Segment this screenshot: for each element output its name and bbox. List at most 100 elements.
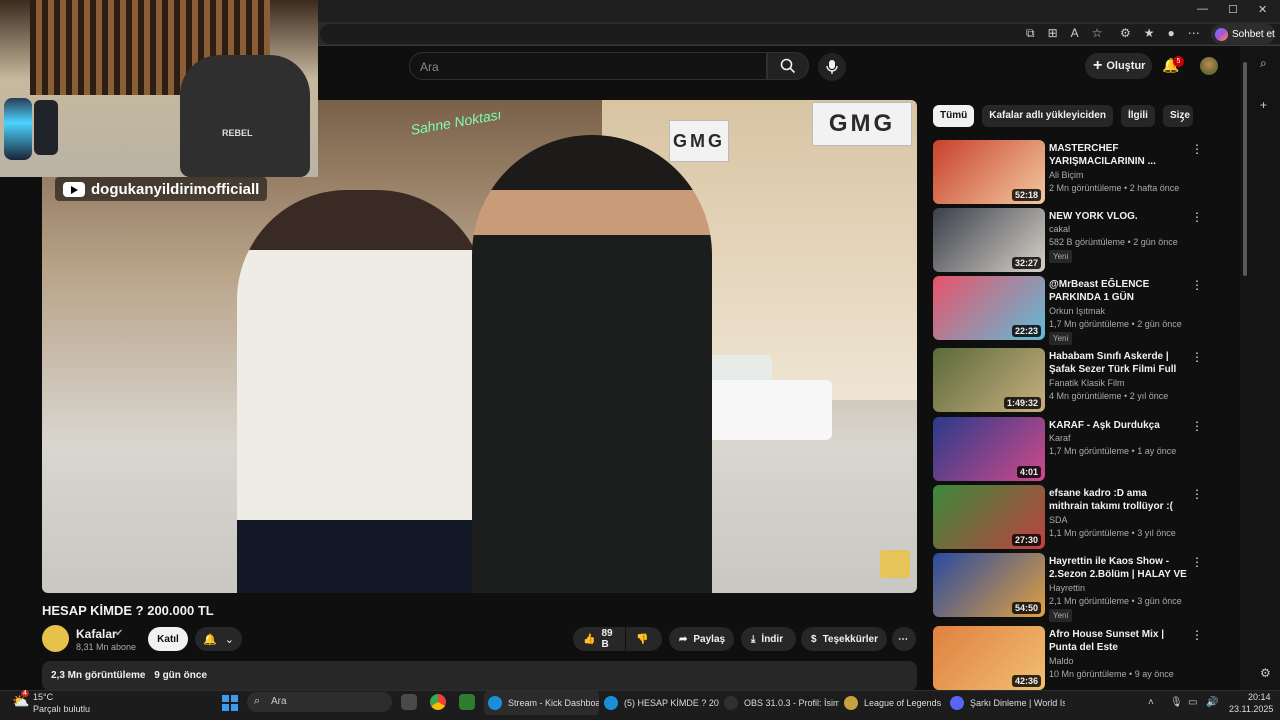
download-button[interactable]: ⤓ İndir	[741, 627, 796, 651]
tray-chevron-icon[interactable]: ˄	[1148, 697, 1154, 708]
chip-from-uploader[interactable]: Kafalar adlı yükleyiciden	[982, 105, 1113, 127]
recommendation-item[interactable]: 54:50 Hayrettin ile Kaos Show - 2.Sezon …	[933, 553, 1223, 622]
taskbar-search-input[interactable]: Ara	[247, 692, 392, 712]
subscription-bell-button[interactable]: 🔔 ⌄	[195, 627, 242, 651]
video-thumbnail[interactable]: 32:27	[933, 208, 1045, 272]
translate-icon[interactable]: ⧉	[1026, 26, 1035, 41]
video-thumbnail[interactable]: 27:30	[933, 485, 1045, 549]
chip-for-you[interactable]: Size	[1162, 105, 1193, 127]
recommendation-title[interactable]: @MrBeast EĞLENCE PARKINDA 1 GÜN GEÇİRMEK	[1049, 278, 1189, 304]
more-actions-button[interactable]: ⋯	[892, 627, 916, 651]
recommendation-channel[interactable]: Ali Biçim	[1049, 170, 1084, 180]
more-vertical-icon[interactable]: ⋮	[1191, 210, 1203, 224]
search-input[interactable]: Ara	[409, 52, 767, 80]
recommendation-item[interactable]: 32:27 NEW YORK VLOG. cakal 582 B görüntü…	[933, 208, 1223, 272]
channel-name[interactable]: Kafalar	[76, 627, 117, 641]
video-thumbnail[interactable]: 22:23	[933, 276, 1045, 340]
video-thumbnail[interactable]: 4:01	[933, 417, 1045, 481]
clock-time[interactable]: 20:14	[1248, 692, 1271, 702]
side-settings-icon[interactable]: ⚙	[1260, 666, 1271, 680]
recommendation-item[interactable]: 52:18 MASTERCHEF YARIŞMACILARININ ... Al…	[933, 140, 1223, 204]
minimize-icon[interactable]: —	[1197, 3, 1208, 15]
channel-watermark[interactable]	[880, 550, 910, 578]
profile-icon[interactable]: ●	[1168, 26, 1175, 40]
read-aloud-icon[interactable]: A	[1071, 26, 1079, 41]
recommendation-item[interactable]: 1:49:32 Hababam Sınıfı Askerde | Şafak S…	[933, 348, 1223, 412]
chip-all[interactable]: Tümü	[933, 105, 975, 127]
windows-start-icon[interactable]	[222, 695, 238, 711]
recommendation-item[interactable]: 42:36 Afro House Sunset Mix | Punta del …	[933, 626, 1223, 690]
account-avatar[interactable]	[1200, 57, 1218, 75]
search-button[interactable]	[767, 52, 809, 80]
recommendation-title[interactable]: KARAF - Aşk Durdukça	[1049, 419, 1189, 432]
share-button[interactable]: ➦ Paylaş	[669, 627, 734, 651]
join-button[interactable]: Katıl	[148, 627, 188, 651]
recommendation-title[interactable]: Hayrettin ile Kaos Show - 2.Sezon 2.Bölü…	[1049, 555, 1189, 581]
taskbar-task[interactable]: OBS 31.0.3 - Profil: İsimsiz	[724, 691, 839, 715]
chip-related[interactable]: İlgili	[1120, 105, 1155, 127]
more-vertical-icon[interactable]: ⋮	[1191, 555, 1203, 569]
app-icon[interactable]	[459, 694, 475, 710]
dislike-button[interactable]: 👎	[626, 627, 662, 651]
video-thumbnail[interactable]: 52:18	[933, 140, 1045, 204]
extensions-icon[interactable]: ⚙	[1120, 26, 1131, 40]
copilot-chat-button[interactable]: Sohbet et	[1211, 24, 1275, 44]
close-icon[interactable]: ✕	[1258, 3, 1267, 16]
recommendation-channel[interactable]: cakal	[1049, 224, 1070, 234]
taskbar-task[interactable]: Şarkı Dinleme | World Is	[950, 691, 1065, 715]
like-button[interactable]: 👍 89 B	[573, 627, 625, 651]
recommendation-channel[interactable]: Hayrettin	[1049, 583, 1085, 593]
more-vertical-icon[interactable]: ⋮	[1191, 419, 1203, 433]
recommendation-channel[interactable]: Orkun Işıtmak	[1049, 306, 1105, 316]
video-thumbnail[interactable]: 1:49:32	[933, 348, 1045, 412]
video-thumbnail[interactable]: 42:36	[933, 626, 1045, 690]
more-vertical-icon[interactable]: ⋮	[1191, 487, 1203, 501]
taskbar-task[interactable]: (5) HESAP KİMDE ? 200.0...	[604, 691, 719, 715]
chrome-icon[interactable]	[430, 694, 446, 710]
channel-avatar[interactable]	[42, 625, 69, 652]
recommendation-channel[interactable]: Fanatik Klasik Film	[1049, 378, 1125, 388]
network-icon[interactable]: ▭	[1188, 697, 1197, 708]
recommendation-title[interactable]: MASTERCHEF YARIŞMACILARININ ...	[1049, 142, 1189, 168]
chair-logo: REBEL	[222, 128, 253, 138]
task-app-icon	[604, 696, 618, 710]
new-badge: Yeni	[1049, 250, 1073, 263]
task-label: League of Legends	[864, 698, 942, 708]
create-button[interactable]: + Oluştur	[1085, 53, 1152, 79]
clock-date[interactable]: 23.11.2025	[1229, 704, 1273, 714]
recommendation-channel[interactable]: Maldo	[1049, 656, 1074, 666]
recommendation-item[interactable]: 27:30 efsane kadro :D ama mithrain takım…	[933, 485, 1223, 549]
recommendation-channel[interactable]: Karaf	[1049, 433, 1071, 443]
apps-icon[interactable]: ⊞	[1048, 26, 1058, 41]
recommendation-meta: 1,7 Mn görüntüleme • 2 gün önce	[1049, 319, 1182, 329]
store-sign-left: GMG	[669, 120, 729, 162]
more-vertical-icon[interactable]: ⋮	[1191, 278, 1203, 292]
recommendation-title[interactable]: Hababam Sınıfı Askerde | Şafak Sezer Tür…	[1049, 350, 1189, 376]
description-box[interactable]: 2,3 Mn görüntüleme 9 gün önce	[42, 661, 917, 691]
favorites-icon[interactable]: ★	[1144, 26, 1155, 40]
task-view-icon[interactable]	[401, 694, 417, 710]
more-vertical-icon[interactable]: ⋮	[1191, 628, 1203, 642]
scrollbar-thumb[interactable]	[1243, 62, 1247, 276]
recommendation-title[interactable]: NEW YORK VLOG.	[1049, 210, 1189, 223]
microphone-tray-icon[interactable]: 🎙	[1170, 697, 1183, 708]
recommendation-title[interactable]: Afro House Sunset Mix | Punta del Este	[1049, 628, 1189, 654]
recommendation-title[interactable]: efsane kadro :D ama mithrain takımı trol…	[1049, 487, 1189, 513]
volume-icon[interactable]: 🔊	[1206, 697, 1218, 708]
recommendation-channel[interactable]: SDA	[1049, 515, 1068, 525]
more-vertical-icon[interactable]: ⋮	[1191, 142, 1203, 156]
voice-search-button[interactable]	[818, 53, 846, 81]
favorite-star-icon[interactable]: ☆	[1092, 26, 1103, 41]
taskbar-task[interactable]: League of Legends	[844, 691, 959, 715]
side-add-icon[interactable]: +	[1260, 98, 1267, 112]
more-vertical-icon[interactable]: ⋮	[1191, 350, 1203, 364]
side-search-icon[interactable]: ⌕	[1260, 56, 1267, 71]
thanks-button[interactable]: $ Teşekkürler	[801, 627, 887, 651]
more-menu-icon[interactable]: ⋯	[1188, 26, 1200, 40]
chevron-right-icon[interactable]: ›	[1180, 110, 1185, 126]
recommendation-item[interactable]: 4:01 KARAF - Aşk Durdukça Karaf 1,7 Mn g…	[933, 417, 1223, 481]
video-thumbnail[interactable]: 54:50	[933, 553, 1045, 617]
taskbar-task[interactable]: Stream - Kick Dashboard	[484, 691, 599, 715]
recommendation-item[interactable]: 22:23 @MrBeast EĞLENCE PARKINDA 1 GÜN GE…	[933, 276, 1223, 345]
maximize-icon[interactable]: ☐	[1228, 3, 1238, 16]
